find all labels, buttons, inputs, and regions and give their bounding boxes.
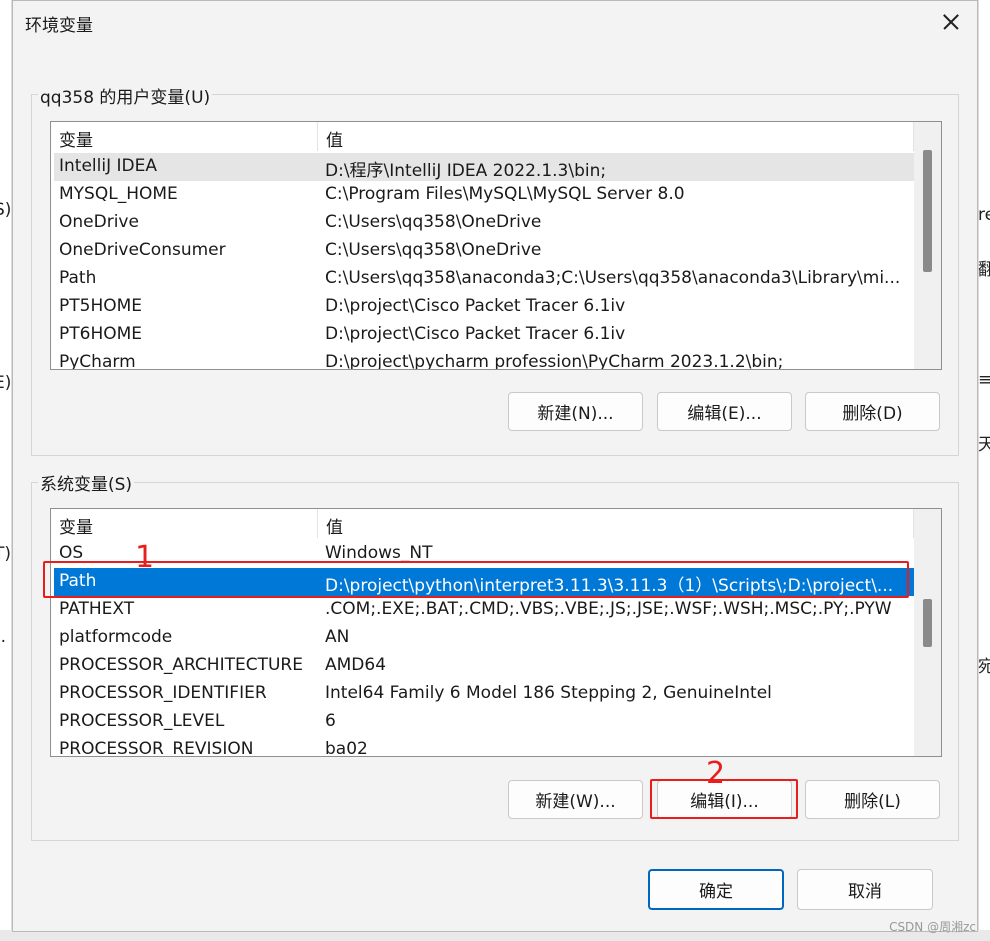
- table-row[interactable]: IntelliJ IDEA D:\程序\IntelliJ IDEA 2022.1.…: [54, 153, 914, 181]
- bg-fragment: 翻: [978, 260, 990, 280]
- user-variables-list[interactable]: 变量 值 IntelliJ IDEA D:\程序\IntelliJ IDEA 20…: [50, 121, 942, 370]
- annotation-number-two: 2: [706, 756, 726, 791]
- user-edit-button[interactable]: 编辑(E)...: [657, 392, 792, 431]
- table-row[interactable]: PROCESSOR_LEVEL 6: [54, 708, 914, 736]
- table-row[interactable]: platformcode AN: [54, 624, 914, 652]
- bg-fragment: E): [0, 373, 12, 393]
- system-variables-list[interactable]: 变量 值 OS Windows_NT Path D:\project\python\…: [50, 508, 942, 757]
- table-row[interactable]: OneDriveConsumer C:\Users\qq358\OneDrive: [54, 237, 914, 265]
- bg-fragment: re: [978, 205, 990, 225]
- table-row[interactable]: PyCharm D:\project\pycharm profession\PyC…: [54, 349, 914, 369]
- table-row[interactable]: PATHEXT .COM;.EXE;.BAT;.CMD;.VBS;.VBE;.JS…: [54, 596, 914, 624]
- bg-fragment: 宛: [978, 657, 990, 677]
- user-new-button[interactable]: 新建(N)...: [508, 392, 643, 431]
- table-row[interactable]: PROCESSOR_IDENTIFIER Intel64 Family 6 Mod…: [54, 680, 914, 708]
- table-row[interactable]: MYSQL_HOME C:\Program Files\MySQL\MySQL S…: [54, 181, 914, 209]
- table-row[interactable]: PROCESSOR_ARCHITECTURE AMD64: [54, 652, 914, 680]
- list-header: 变量 值: [51, 509, 914, 538]
- system-variables-label: 系统变量(S): [38, 470, 135, 495]
- bg-fragment: T): [0, 544, 12, 564]
- table-row[interactable]: PROCESSOR_REVISION ba02: [54, 736, 914, 756]
- background-window-right: [978, 0, 990, 941]
- table-row[interactable]: PT6HOME D:\project\Cisco Packet Tracer 6.…: [54, 321, 914, 349]
- watermark: CSDN @周湘zc: [889, 920, 976, 934]
- scrollbar[interactable]: [914, 509, 941, 756]
- dialog-title: 环境变量: [25, 16, 93, 36]
- table-row[interactable]: Path C:\Users\qq358\anaconda3;C:\Users\qq…: [54, 265, 914, 293]
- user-delete-button[interactable]: 删除(D): [805, 392, 940, 431]
- system-new-button[interactable]: 新建(W)...: [508, 780, 643, 819]
- ok-button[interactable]: 确定: [648, 869, 784, 910]
- column-divider[interactable]: [317, 509, 318, 538]
- bg-fragment: ).: [0, 627, 7, 647]
- scrollbar-thumb[interactable]: [923, 599, 932, 647]
- close-icon[interactable]: [933, 4, 969, 40]
- background-window-left: [0, 0, 12, 941]
- column-header-value[interactable]: 值: [326, 513, 343, 538]
- user-variables-label: qq358 的用户变量(U): [38, 83, 213, 108]
- list-header: 变量 值: [51, 122, 914, 151]
- scrollbar[interactable]: [914, 122, 941, 369]
- bg-fragment: S): [0, 200, 12, 220]
- annotation-number-one: 1: [135, 540, 155, 575]
- bg-fragment: 天: [978, 435, 990, 455]
- cancel-button[interactable]: 取消: [797, 869, 933, 910]
- scrollbar-thumb[interactable]: [923, 150, 932, 272]
- column-header-value[interactable]: 值: [326, 126, 343, 151]
- table-row[interactable]: OneDrive C:\Users\qq358\OneDrive: [54, 209, 914, 237]
- column-header-variable[interactable]: 变量: [59, 126, 93, 151]
- column-divider[interactable]: [317, 122, 318, 151]
- system-delete-button[interactable]: 删除(L): [805, 780, 940, 819]
- column-header-variable[interactable]: 变量: [59, 513, 93, 538]
- table-row[interactable]: PT5HOME D:\project\Cisco Packet Tracer 6.…: [54, 293, 914, 321]
- annotation-box-path: [43, 561, 909, 598]
- environment-variables-dialog: 环境变量 qq358 的用户变量(U) 变量 值 IntelliJ IDEA D:…: [12, 0, 978, 932]
- bg-fragment: ≡: [978, 370, 990, 390]
